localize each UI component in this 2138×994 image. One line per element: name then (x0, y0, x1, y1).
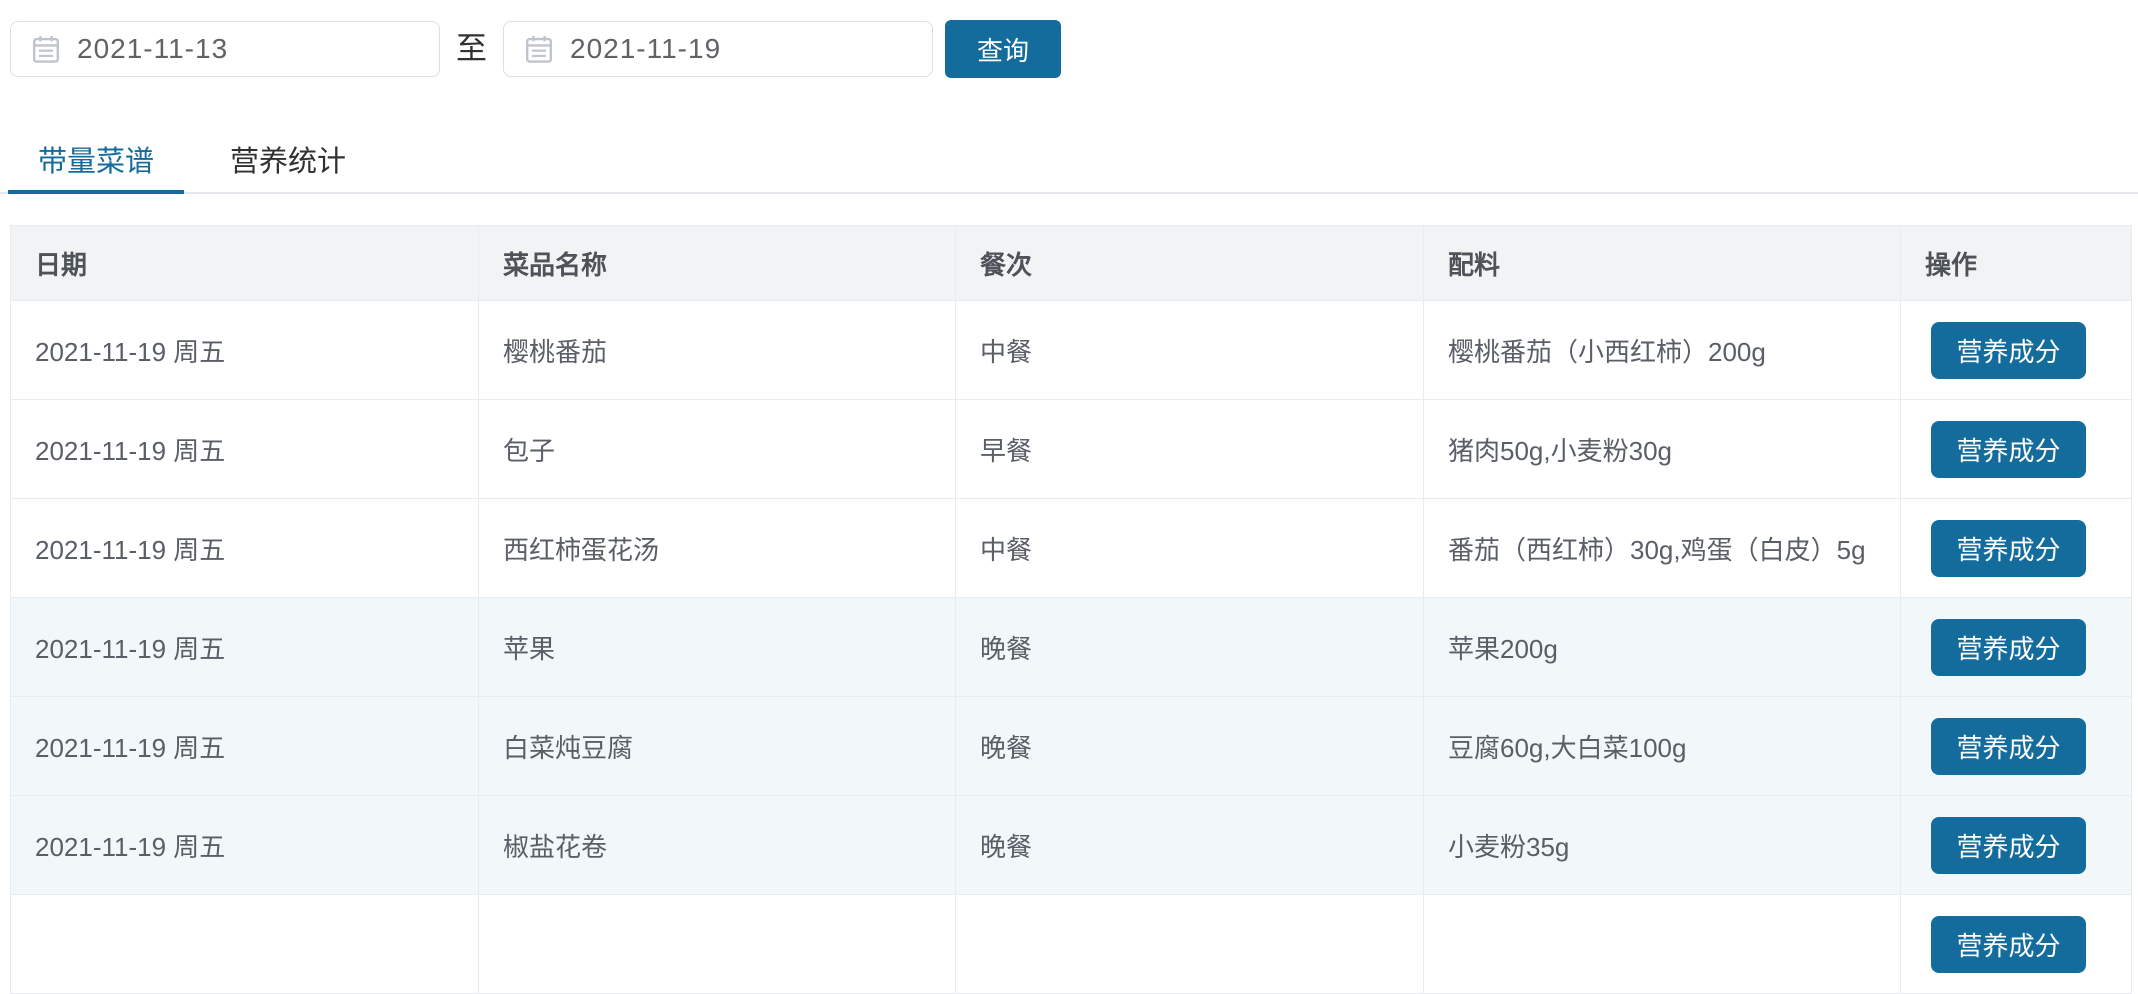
cell-date: 2021-11-19 周五 (11, 301, 479, 399)
cell-meal: 晚餐 (956, 598, 1424, 696)
menu-table: 日期 菜品名称 餐次 配料 操作 2021-11-19 周五 樱桃番茄 中餐 樱… (10, 225, 2132, 994)
cell-dish-name (479, 895, 956, 993)
cell-ingredients: 番茄（西红柿）30g,鸡蛋（白皮）5g (1424, 499, 1901, 597)
cell-meal: 中餐 (956, 301, 1424, 399)
table-row: 2021-11-19 周五 白菜炖豆腐 晚餐 豆腐60g,大白菜100g 营养成… (11, 697, 2131, 796)
column-header-actions: 操作 (1901, 226, 2131, 300)
cell-date: 2021-11-19 周五 (11, 697, 479, 795)
nutrition-facts-button[interactable]: 营养成分 (1931, 916, 2086, 973)
cell-ingredients: 小麦粉35g (1424, 796, 1901, 894)
nutrition-facts-button[interactable]: 营养成分 (1931, 718, 2086, 775)
table-body: 2021-11-19 周五 樱桃番茄 中餐 樱桃番茄（小西红柿）200g 营养成… (11, 301, 2131, 994)
column-header-ingredients: 配料 (1424, 226, 1901, 300)
start-date-input[interactable]: 2021-11-13 (10, 21, 440, 77)
cell-ingredients: 苹果200g (1424, 598, 1901, 696)
cell-date: 2021-11-19 周五 (11, 598, 479, 696)
column-header-date: 日期 (11, 226, 479, 300)
cell-ingredients: 樱桃番茄（小西红柿）200g (1424, 301, 1901, 399)
end-date-value: 2021-11-19 (570, 33, 721, 65)
tab-quantified-menu[interactable]: 带量菜谱 (8, 132, 184, 192)
cell-dish-name: 椒盐花卷 (479, 796, 956, 894)
cell-dish-name: 樱桃番茄 (479, 301, 956, 399)
cell-date: 2021-11-19 周五 (11, 499, 479, 597)
query-button[interactable]: 查询 (945, 20, 1061, 78)
table-row: 2021-11-19 周五 椒盐花卷 晚餐 小麦粉35g 营养成分 (11, 796, 2131, 895)
cell-ingredients: 豆腐60g,大白菜100g (1424, 697, 1901, 795)
table-row: 2021-11-19 周五 苹果 晚餐 苹果200g 营养成分 (11, 598, 2131, 697)
end-date-input[interactable]: 2021-11-19 (503, 21, 933, 77)
cell-date (11, 895, 479, 993)
cell-actions: 营养成分 (1901, 400, 2131, 498)
cell-actions: 营养成分 (1901, 697, 2131, 795)
cell-actions: 营养成分 (1901, 796, 2131, 894)
nutrition-facts-button[interactable]: 营养成分 (1931, 619, 2086, 676)
cell-actions: 营养成分 (1901, 895, 2131, 993)
start-date-value: 2021-11-13 (77, 33, 228, 65)
cell-meal: 晚餐 (956, 697, 1424, 795)
cell-ingredients: 猪肉50g,小麦粉30g (1424, 400, 1901, 498)
date-filter-bar: 2021-11-13 至 2021-11-19 查询 (10, 20, 1061, 78)
cell-dish-name: 白菜炖豆腐 (479, 697, 956, 795)
cell-dish-name: 西红柿蛋花汤 (479, 499, 956, 597)
cell-meal: 中餐 (956, 499, 1424, 597)
column-header-dish-name: 菜品名称 (479, 226, 956, 300)
cell-actions: 营养成分 (1901, 301, 2131, 399)
column-header-meal: 餐次 (956, 226, 1424, 300)
table-row: 2021-11-19 周五 樱桃番茄 中餐 樱桃番茄（小西红柿）200g 营养成… (11, 301, 2131, 400)
cell-meal (956, 895, 1424, 993)
table-header-row: 日期 菜品名称 餐次 配料 操作 (11, 226, 2131, 301)
calendar-icon (31, 33, 61, 65)
cell-ingredients (1424, 895, 1901, 993)
table-row: 营养成分 (11, 895, 2131, 994)
table-row: 2021-11-19 周五 西红柿蛋花汤 中餐 番茄（西红柿）30g,鸡蛋（白皮… (11, 499, 2131, 598)
tab-bar: 带量菜谱 营养统计 (0, 132, 2138, 194)
cell-dish-name: 苹果 (479, 598, 956, 696)
date-range-separator: 至 (456, 21, 487, 77)
tab-nutrition-statistics[interactable]: 营养统计 (200, 132, 376, 192)
cell-meal: 晚餐 (956, 796, 1424, 894)
nutrition-facts-button[interactable]: 营养成分 (1931, 817, 2086, 874)
cell-date: 2021-11-19 周五 (11, 796, 479, 894)
cell-actions: 营养成分 (1901, 499, 2131, 597)
cell-meal: 早餐 (956, 400, 1424, 498)
nutrition-facts-button[interactable]: 营养成分 (1931, 520, 2086, 577)
cell-dish-name: 包子 (479, 400, 956, 498)
cell-date: 2021-11-19 周五 (11, 400, 479, 498)
nutrition-facts-button[interactable]: 营养成分 (1931, 322, 2086, 379)
table-row: 2021-11-19 周五 包子 早餐 猪肉50g,小麦粉30g 营养成分 (11, 400, 2131, 499)
cell-actions: 营养成分 (1901, 598, 2131, 696)
nutrition-facts-button[interactable]: 营养成分 (1931, 421, 2086, 478)
calendar-icon (524, 33, 554, 65)
